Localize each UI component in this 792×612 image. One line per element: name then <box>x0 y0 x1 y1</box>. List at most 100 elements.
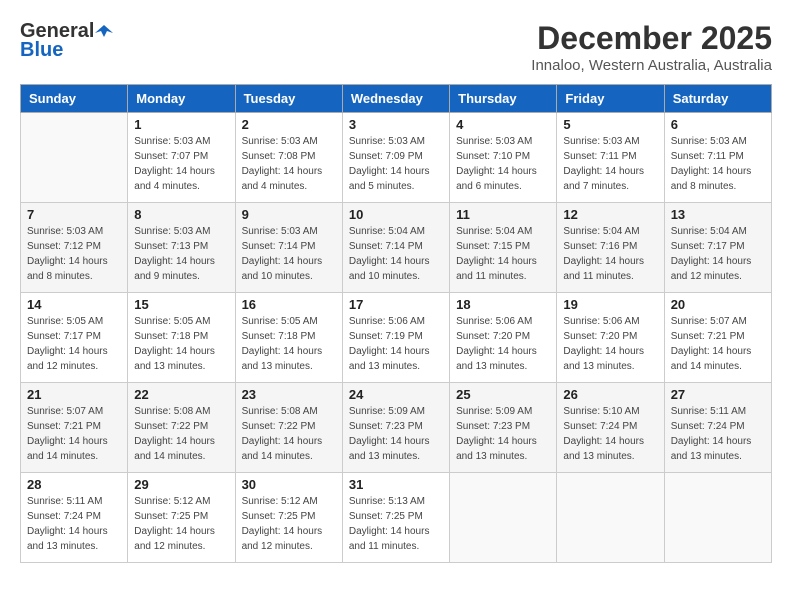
calendar-cell: 5Sunrise: 5:03 AMSunset: 7:11 PMDaylight… <box>557 113 664 203</box>
day-number: 20 <box>671 297 765 312</box>
week-row-2: 7 Sunrise: 5:03 AMSunset: 7:12 PMDaylight… <box>21 203 772 293</box>
calendar-cell: 7 Sunrise: 5:03 AMSunset: 7:12 PMDaylight… <box>21 203 128 293</box>
logo-blue: Blue <box>20 39 63 62</box>
day-number: 27 <box>671 387 765 402</box>
calendar-cell <box>21 113 128 203</box>
calendar-cell: 15 Sunrise: 5:05 AMSunset: 7:18 PMDayligh… <box>128 293 235 383</box>
day-number: 2 <box>242 117 336 132</box>
day-info: Sunrise: 5:08 AMSunset: 7:22 PMDaylight:… <box>242 404 336 464</box>
location-subtitle: Innaloo, Western Australia, Australia <box>531 57 772 74</box>
calendar-cell: 27 Sunrise: 5:11 AMSunset: 7:24 PMDayligh… <box>664 383 771 473</box>
day-number: 13 <box>671 207 765 222</box>
day-number: 25 <box>456 387 550 402</box>
calendar-cell: 2 Sunrise: 5:03 AMSunset: 7:08 PMDaylight… <box>235 113 342 203</box>
day-info: Sunrise: 5:06 AMSunset: 7:20 PMDaylight:… <box>563 314 657 374</box>
day-number: 9 <box>242 207 336 222</box>
calendar-cell <box>664 473 771 563</box>
calendar-cell: 23 Sunrise: 5:08 AMSunset: 7:22 PMDayligh… <box>235 383 342 473</box>
day-info: Sunrise: 5:11 AMSunset: 7:24 PMDaylight:… <box>27 494 121 554</box>
day-number: 23 <box>242 387 336 402</box>
calendar-cell: 19Sunrise: 5:06 AMSunset: 7:20 PMDayligh… <box>557 293 664 383</box>
day-info: Sunrise: 5:04 AMSunset: 7:15 PMDaylight:… <box>456 224 550 284</box>
days-header-row: Sunday Monday Tuesday Wednesday Thursday… <box>21 85 772 113</box>
title-block: December 2025 Innaloo, Western Australia… <box>531 20 772 74</box>
calendar-cell: 10Sunrise: 5:04 AMSunset: 7:14 PMDayligh… <box>342 203 449 293</box>
calendar-cell: 31Sunrise: 5:13 AMSunset: 7:25 PMDayligh… <box>342 473 449 563</box>
day-number: 17 <box>349 297 443 312</box>
day-info: Sunrise: 5:03 AMSunset: 7:11 PMDaylight:… <box>671 134 765 194</box>
week-row-3: 14Sunrise: 5:05 AMSunset: 7:17 PMDayligh… <box>21 293 772 383</box>
calendar-cell: 12Sunrise: 5:04 AMSunset: 7:16 PMDayligh… <box>557 203 664 293</box>
calendar-cell: 9 Sunrise: 5:03 AMSunset: 7:14 PMDaylight… <box>235 203 342 293</box>
day-number: 15 <box>134 297 228 312</box>
calendar-cell: 1Sunrise: 5:03 AMSunset: 7:07 PMDaylight… <box>128 113 235 203</box>
calendar-cell: 11 Sunrise: 5:04 AMSunset: 7:15 PMDayligh… <box>450 203 557 293</box>
day-info: Sunrise: 5:09 AMSunset: 7:23 PMDaylight:… <box>456 404 550 464</box>
week-row-5: 28 Sunrise: 5:11 AMSunset: 7:24 PMDayligh… <box>21 473 772 563</box>
calendar-cell <box>450 473 557 563</box>
header-wednesday: Wednesday <box>342 85 449 113</box>
header-tuesday: Tuesday <box>235 85 342 113</box>
day-number: 6 <box>671 117 765 132</box>
day-info: Sunrise: 5:05 AMSunset: 7:18 PMDaylight:… <box>242 314 336 374</box>
day-number: 8 <box>134 207 228 222</box>
day-info: Sunrise: 5:03 AMSunset: 7:08 PMDaylight:… <box>242 134 336 194</box>
day-info: Sunrise: 5:03 AMSunset: 7:14 PMDaylight:… <box>242 224 336 284</box>
calendar-cell: 21 Sunrise: 5:07 AMSunset: 7:21 PMDayligh… <box>21 383 128 473</box>
calendar-cell: 25 Sunrise: 5:09 AMSunset: 7:23 PMDayligh… <box>450 383 557 473</box>
calendar-cell: 28 Sunrise: 5:11 AMSunset: 7:24 PMDayligh… <box>21 473 128 563</box>
day-number: 3 <box>349 117 443 132</box>
day-info: Sunrise: 5:07 AMSunset: 7:21 PMDaylight:… <box>671 314 765 374</box>
calendar-cell: 18Sunrise: 5:06 AMSunset: 7:20 PMDayligh… <box>450 293 557 383</box>
day-number: 1 <box>134 117 228 132</box>
day-info: Sunrise: 5:03 AMSunset: 7:12 PMDaylight:… <box>27 224 121 284</box>
calendar-cell: 24Sunrise: 5:09 AMSunset: 7:23 PMDayligh… <box>342 383 449 473</box>
day-info: Sunrise: 5:04 AMSunset: 7:14 PMDaylight:… <box>349 224 443 284</box>
calendar-cell: 29 Sunrise: 5:12 AMSunset: 7:25 PMDayligh… <box>128 473 235 563</box>
calendar-cell <box>557 473 664 563</box>
day-number: 22 <box>134 387 228 402</box>
calendar-cell: 22 Sunrise: 5:08 AMSunset: 7:22 PMDayligh… <box>128 383 235 473</box>
day-info: Sunrise: 5:13 AMSunset: 7:25 PMDaylight:… <box>349 494 443 554</box>
calendar-cell: 30 Sunrise: 5:12 AMSunset: 7:25 PMDayligh… <box>235 473 342 563</box>
day-info: Sunrise: 5:12 AMSunset: 7:25 PMDaylight:… <box>134 494 228 554</box>
calendar-cell: 4Sunrise: 5:03 AMSunset: 7:10 PMDaylight… <box>450 113 557 203</box>
header-friday: Friday <box>557 85 664 113</box>
day-info: Sunrise: 5:03 AMSunset: 7:10 PMDaylight:… <box>456 134 550 194</box>
day-info: Sunrise: 5:09 AMSunset: 7:23 PMDaylight:… <box>349 404 443 464</box>
day-number: 11 <box>456 207 550 222</box>
calendar-cell: 14Sunrise: 5:05 AMSunset: 7:17 PMDayligh… <box>21 293 128 383</box>
calendar-cell: 6 Sunrise: 5:03 AMSunset: 7:11 PMDaylight… <box>664 113 771 203</box>
header-thursday: Thursday <box>450 85 557 113</box>
day-info: Sunrise: 5:04 AMSunset: 7:16 PMDaylight:… <box>563 224 657 284</box>
day-info: Sunrise: 5:08 AMSunset: 7:22 PMDaylight:… <box>134 404 228 464</box>
day-info: Sunrise: 5:06 AMSunset: 7:19 PMDaylight:… <box>349 314 443 374</box>
week-row-1: 1Sunrise: 5:03 AMSunset: 7:07 PMDaylight… <box>21 113 772 203</box>
day-number: 7 <box>27 207 121 222</box>
logo: General Blue <box>20 20 114 62</box>
calendar-cell: 17 Sunrise: 5:06 AMSunset: 7:19 PMDayligh… <box>342 293 449 383</box>
week-row-4: 21 Sunrise: 5:07 AMSunset: 7:21 PMDayligh… <box>21 383 772 473</box>
calendar-cell: 26Sunrise: 5:10 AMSunset: 7:24 PMDayligh… <box>557 383 664 473</box>
day-info: Sunrise: 5:05 AMSunset: 7:18 PMDaylight:… <box>134 314 228 374</box>
day-info: Sunrise: 5:11 AMSunset: 7:24 PMDaylight:… <box>671 404 765 464</box>
calendar-cell: 8 Sunrise: 5:03 AMSunset: 7:13 PMDaylight… <box>128 203 235 293</box>
day-number: 28 <box>27 477 121 492</box>
day-info: Sunrise: 5:10 AMSunset: 7:24 PMDaylight:… <box>563 404 657 464</box>
logo-bird-icon <box>95 23 113 41</box>
header-monday: Monday <box>128 85 235 113</box>
day-number: 14 <box>27 297 121 312</box>
day-info: Sunrise: 5:06 AMSunset: 7:20 PMDaylight:… <box>456 314 550 374</box>
day-info: Sunrise: 5:07 AMSunset: 7:21 PMDaylight:… <box>27 404 121 464</box>
day-number: 5 <box>563 117 657 132</box>
header-saturday: Saturday <box>664 85 771 113</box>
calendar-cell: 20 Sunrise: 5:07 AMSunset: 7:21 PMDayligh… <box>664 293 771 383</box>
page-header: General Blue December 2025 Innaloo, West… <box>20 20 772 74</box>
day-number: 29 <box>134 477 228 492</box>
day-number: 30 <box>242 477 336 492</box>
day-number: 21 <box>27 387 121 402</box>
day-info: Sunrise: 5:12 AMSunset: 7:25 PMDaylight:… <box>242 494 336 554</box>
day-info: Sunrise: 5:03 AMSunset: 7:13 PMDaylight:… <box>134 224 228 284</box>
calendar-table: Sunday Monday Tuesday Wednesday Thursday… <box>20 84 772 563</box>
day-info: Sunrise: 5:04 AMSunset: 7:17 PMDaylight:… <box>671 224 765 284</box>
